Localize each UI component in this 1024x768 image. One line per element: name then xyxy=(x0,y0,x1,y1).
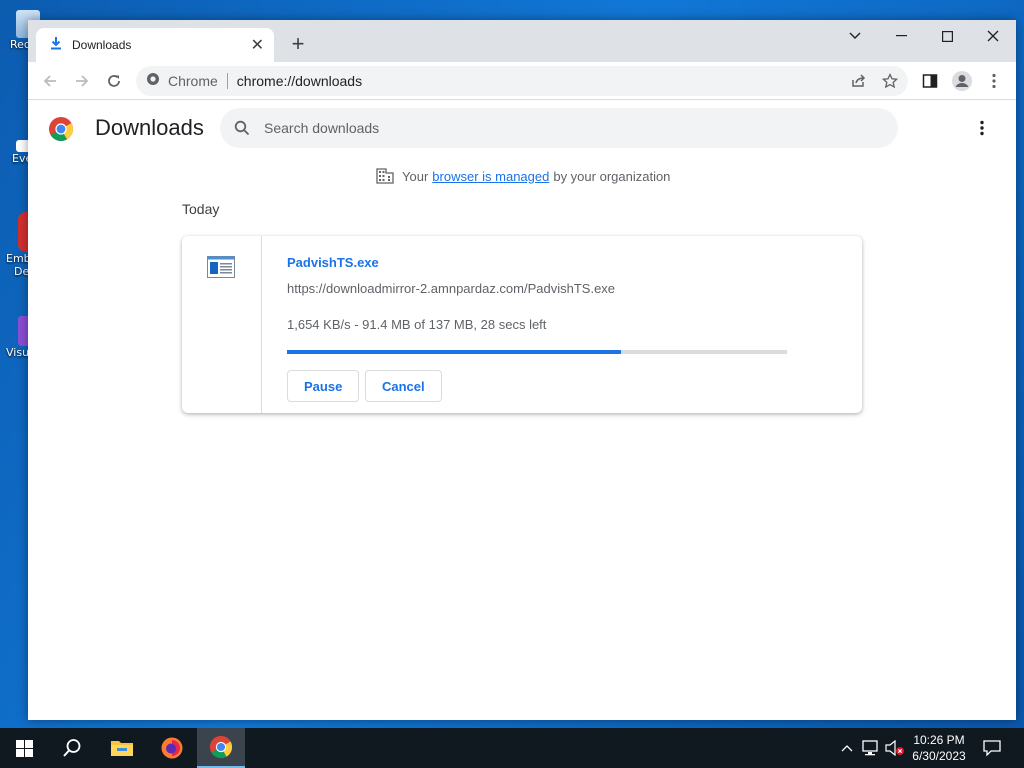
tab-search-button[interactable] xyxy=(832,20,878,52)
search-bar[interactable] xyxy=(220,108,898,148)
tab-strip: Downloads ✕ + xyxy=(28,20,1016,62)
start-icon xyxy=(15,739,33,757)
maximize-button[interactable] xyxy=(924,20,970,52)
chrome-menu-button[interactable] xyxy=(982,69,1006,93)
network-icon xyxy=(862,740,878,756)
executable-file-icon xyxy=(207,256,235,278)
tab-downloads[interactable]: Downloads ✕ xyxy=(36,28,274,62)
managed-suffix: by your organization xyxy=(553,168,671,184)
side-panel-button[interactable] xyxy=(918,69,942,93)
page-header: Downloads xyxy=(28,100,1016,156)
date-heading: Today xyxy=(182,201,220,217)
close-window-button[interactable] xyxy=(970,20,1016,52)
minimize-icon xyxy=(895,35,907,37)
managed-link[interactable]: browser is managed xyxy=(432,169,549,184)
side-panel-icon xyxy=(922,74,938,88)
managed-prefix: Your xyxy=(402,168,429,184)
download-status: 1,654 KB/s - 91.4 MB of 137 MB, 28 secs … xyxy=(287,317,547,332)
reload-button[interactable] xyxy=(101,68,127,94)
profile-button[interactable] xyxy=(950,69,974,93)
file-explorer-icon xyxy=(111,741,133,756)
arrow-left-icon xyxy=(43,75,56,87)
show-hidden-icons-button[interactable] xyxy=(838,738,856,758)
action-center-button[interactable] xyxy=(980,738,1004,758)
forward-button[interactable] xyxy=(69,68,95,94)
clock-time: 10:26 PM xyxy=(913,733,965,747)
url-text[interactable]: chrome://downloads xyxy=(237,73,362,89)
minimize-button[interactable] xyxy=(878,20,924,52)
taskbar: 10:26 PM 6/30/2023 xyxy=(0,728,1024,768)
omnibox-separator xyxy=(226,73,228,89)
download-progress-fill xyxy=(287,350,621,354)
search-input[interactable] xyxy=(264,120,864,136)
share-button[interactable] xyxy=(846,69,870,93)
chevron-down-icon xyxy=(849,32,861,39)
chrome-site-icon xyxy=(146,72,160,91)
pause-button[interactable]: Pause xyxy=(287,370,360,402)
bookmark-button[interactable] xyxy=(878,69,902,93)
download-icon xyxy=(50,36,62,55)
omnibox[interactable]: Chrome chrome://downloads xyxy=(136,66,908,96)
download-filename[interactable]: PadvishTS.exe xyxy=(287,255,379,270)
share-icon xyxy=(852,74,866,87)
maximize-icon xyxy=(941,30,953,42)
taskbar-file-explorer[interactable] xyxy=(98,728,146,768)
toolbar: Chrome chrome://downloads xyxy=(28,62,1016,100)
arrow-right-icon xyxy=(76,75,89,87)
firefox-icon xyxy=(161,737,183,759)
download-item: PadvishTS.exe https://downloadmirror-2.a… xyxy=(182,236,862,413)
taskbar-search-button[interactable] xyxy=(48,728,96,768)
tab-title: Downloads xyxy=(72,38,132,52)
browser-window: Downloads ✕ + Chrome chrome://downloads … xyxy=(28,20,1016,720)
new-tab-button[interactable]: + xyxy=(286,32,310,56)
search-icon xyxy=(63,739,81,757)
download-url: https://downloadmirror-2.amnpardaz.com/P… xyxy=(287,281,616,296)
chevron-up-icon xyxy=(841,745,853,752)
reload-icon xyxy=(108,75,120,87)
close-icon xyxy=(987,30,999,42)
page-title: Downloads xyxy=(95,115,204,140)
cancel-button[interactable]: Cancel xyxy=(365,370,442,402)
more-vert-icon xyxy=(992,73,996,89)
search-icon xyxy=(234,120,250,136)
taskbar-firefox[interactable] xyxy=(148,728,196,768)
star-icon xyxy=(882,73,898,89)
close-tab-icon[interactable]: ✕ xyxy=(251,35,264,55)
downloads-page: Downloads Your browser is managed by you… xyxy=(28,100,1016,720)
more-vert-icon xyxy=(980,120,984,136)
managed-notice: Your browser is managed by your organiza… xyxy=(376,168,670,184)
download-icon-column xyxy=(182,236,262,413)
network-button[interactable] xyxy=(860,738,882,758)
building-icon xyxy=(376,168,394,184)
download-progress-bar xyxy=(287,350,787,354)
chrome-icon xyxy=(209,735,233,759)
start-button[interactable] xyxy=(0,728,48,768)
chrome-logo-icon xyxy=(49,117,74,142)
notification-icon xyxy=(983,740,1001,756)
site-label: Chrome xyxy=(168,73,218,89)
downloads-menu-button[interactable] xyxy=(972,118,992,138)
taskbar-clock[interactable]: 10:26 PM 6/30/2023 xyxy=(902,732,976,764)
clock-date: 6/30/2023 xyxy=(912,749,966,763)
taskbar-chrome[interactable] xyxy=(197,728,245,768)
back-button[interactable] xyxy=(37,68,63,94)
avatar-icon xyxy=(952,71,972,91)
